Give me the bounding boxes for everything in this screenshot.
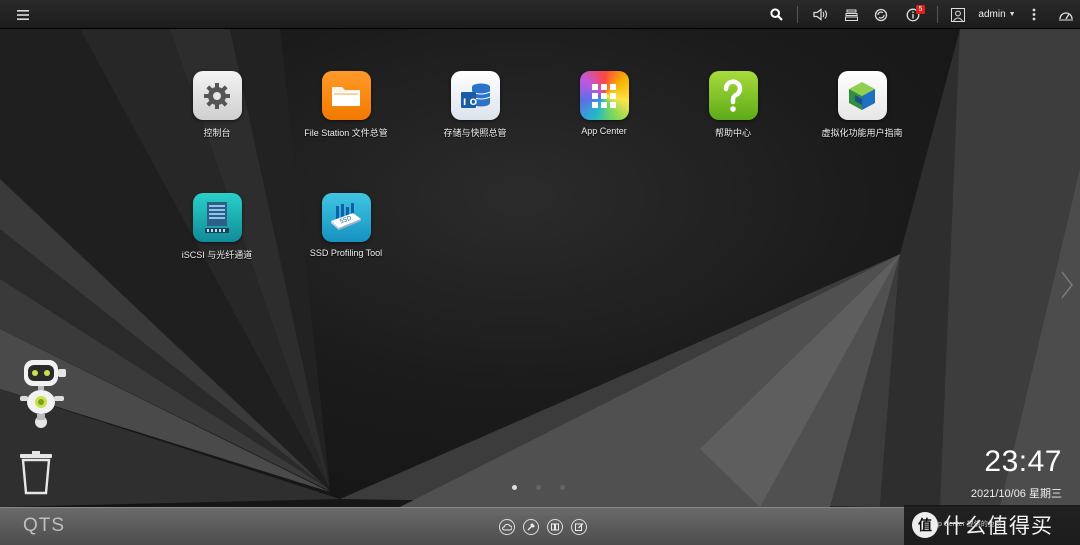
columns-icon[interactable] xyxy=(547,519,563,535)
app-help-center[interactable]: 帮助中心 xyxy=(668,71,798,139)
question-icon xyxy=(708,71,758,120)
app-label: 帮助中心 xyxy=(714,128,751,138)
app-storage-snapshots[interactable]: I O 存储与快照总管 xyxy=(410,71,540,139)
dashboard-icon[interactable] xyxy=(1055,0,1077,29)
app-app-center[interactable]: App Center xyxy=(539,71,669,136)
trash-icon[interactable] xyxy=(18,451,54,495)
notification-badge: 5 xyxy=(916,5,925,14)
more-icon[interactable] xyxy=(1026,0,1042,29)
page-dot-3[interactable] xyxy=(560,485,565,490)
app-control-panel[interactable]: 控制台 xyxy=(152,71,282,139)
separator xyxy=(937,6,938,23)
server-icon xyxy=(192,193,242,242)
app-label: 虚拟化功能用户指南 xyxy=(821,128,903,138)
gear-icon xyxy=(192,71,242,120)
cube-icon xyxy=(837,71,887,120)
task-stack-icon[interactable] xyxy=(840,0,862,29)
app-iscsi-fibre[interactable]: iSCSI 与光纤通道 xyxy=(152,193,282,261)
note-icon[interactable] xyxy=(571,519,587,535)
app-label: File Station 文件总管 xyxy=(304,128,388,138)
desktop: 控制台 File Station 文件总管 I O 存储与快照总管 App Ce… xyxy=(0,29,1080,507)
robot-assistant-icon[interactable] xyxy=(14,358,80,432)
desktop-clock: 23:47 2021/10/06 星期三 xyxy=(971,445,1062,501)
ssd-icon: SSD xyxy=(321,193,371,242)
app-grid-icon xyxy=(579,71,629,120)
page-dot-1[interactable] xyxy=(512,485,517,490)
tools-icon[interactable] xyxy=(523,519,539,535)
info-icon[interactable]: 5 xyxy=(902,0,925,29)
clock-time: 23:47 xyxy=(984,445,1062,478)
hamburger-icon[interactable] xyxy=(10,0,36,29)
app-label: iSCSI 与光纤通道 xyxy=(181,250,253,260)
app-label: 控制台 xyxy=(203,128,231,138)
next-page-arrow[interactable] xyxy=(1060,270,1074,300)
app-ssd-profiling-tool[interactable]: SSD SSD Profiling Tool xyxy=(281,193,411,258)
dock xyxy=(499,519,587,535)
watermark-symbol: 值 xyxy=(912,512,938,538)
app-label: 存储与快照总管 xyxy=(443,128,507,138)
app-virtualization-guide[interactable]: 虚拟化功能用户指南 xyxy=(797,71,927,139)
cloud-icon[interactable] xyxy=(499,519,515,535)
watermark-underlay-text: p Center 提供的免费 xyxy=(938,521,1002,528)
page-indicator xyxy=(512,485,565,490)
app-file-station[interactable]: File Station 文件总管 xyxy=(281,71,411,139)
storage-icon: I O xyxy=(450,71,500,120)
top-bar: 5 admin ▼ xyxy=(0,0,1080,29)
app-label: SSD Profiling Tool xyxy=(309,248,383,258)
app-label: App Center xyxy=(581,126,627,136)
username: admin xyxy=(978,9,1006,20)
chevron-down-icon: ▼ xyxy=(1008,11,1016,18)
svg-text:I O: I O xyxy=(463,98,477,108)
clock-date: 2021/10/06 星期三 xyxy=(970,488,1062,500)
user-icon[interactable] xyxy=(948,0,968,29)
folder-icon xyxy=(321,71,371,120)
page-dot-2[interactable] xyxy=(536,485,541,490)
watermark: 值 什么值得买 p Center 提供的免费 xyxy=(904,505,1080,545)
sync-icon[interactable] xyxy=(870,0,892,29)
separator xyxy=(797,6,798,23)
volume-icon[interactable] xyxy=(809,0,831,29)
search-icon[interactable] xyxy=(765,0,787,29)
user-menu[interactable]: admin ▼ xyxy=(976,0,1018,29)
qts-logo: QTS xyxy=(23,515,66,536)
